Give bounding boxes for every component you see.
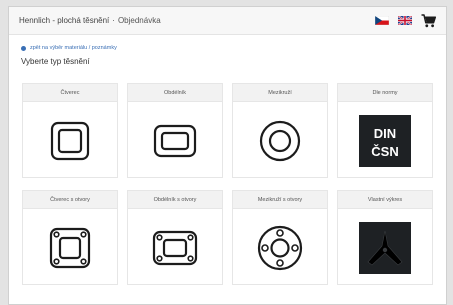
app-title: Hennlich - plochá těsnění · Objednávka xyxy=(19,16,161,25)
csn-label: ČSN xyxy=(371,144,398,159)
shape-card-rectangle[interactable]: Obdélník xyxy=(127,83,223,178)
square-gasket-icon xyxy=(50,121,90,160)
shape-card-square[interactable]: Čtverec xyxy=(22,83,118,178)
card-label: Mezikruží xyxy=(233,84,327,102)
shape-card-ring-holes[interactable]: Mezikruží s otvory xyxy=(232,190,328,285)
shape-card-custom[interactable]: Vlastní výkres xyxy=(337,190,433,285)
cart-icon[interactable] xyxy=(421,13,436,28)
back-link-text: zpět na výběr materiálu / poznámky xyxy=(30,45,117,51)
rectangle-gasket-icon xyxy=(153,124,197,157)
custom-drawing-icon xyxy=(359,221,411,274)
shape-grid: Čtverec Obdélník Mezikruží Dle normy DIN… xyxy=(22,83,433,285)
header-actions xyxy=(375,13,436,28)
app-window: Hennlich - plochá těsnění · Objednávka z… xyxy=(8,6,447,305)
uk-flag-icon[interactable] xyxy=(398,16,412,25)
shape-card-rectangle-holes[interactable]: Obdélník s otvory xyxy=(127,190,223,285)
shape-card-ring[interactable]: Mezikruží xyxy=(232,83,328,178)
card-label: Čtverec s otvory xyxy=(23,191,117,209)
top-bar: Hennlich - plochá těsnění · Objednávka xyxy=(9,7,446,35)
card-label: Obdélník xyxy=(128,84,222,102)
din-label: DIN xyxy=(374,126,396,141)
din-csn-icon: DIN ČSN xyxy=(359,114,411,167)
section-title: Vyberte typ těsnění xyxy=(21,57,90,66)
card-label: Čtverec xyxy=(23,84,117,102)
back-arrow-icon xyxy=(21,45,26,51)
ring-gasket-icon xyxy=(259,120,301,161)
card-label: Vlastní výkres xyxy=(338,191,432,209)
square-holes-gasket-icon xyxy=(49,227,91,268)
card-label: Obdélník s otvory xyxy=(128,191,222,209)
title-separator: · xyxy=(112,16,115,25)
app-title-text: Hennlich - plochá těsnění xyxy=(19,16,110,25)
order-link[interactable]: Objednávka xyxy=(118,16,161,25)
rectangle-holes-gasket-icon xyxy=(152,230,198,265)
czech-flag-icon[interactable] xyxy=(375,16,389,25)
card-label: Mezikruží s otvory xyxy=(233,191,327,209)
shape-card-square-holes[interactable]: Čtverec s otvory xyxy=(22,190,118,285)
back-link[interactable]: zpět na výběr materiálu / poznámky xyxy=(21,45,446,51)
shape-card-standard[interactable]: Dle normy DIN ČSN xyxy=(337,83,433,178)
ring-holes-gasket-icon xyxy=(257,225,303,270)
card-label: Dle normy xyxy=(338,84,432,102)
